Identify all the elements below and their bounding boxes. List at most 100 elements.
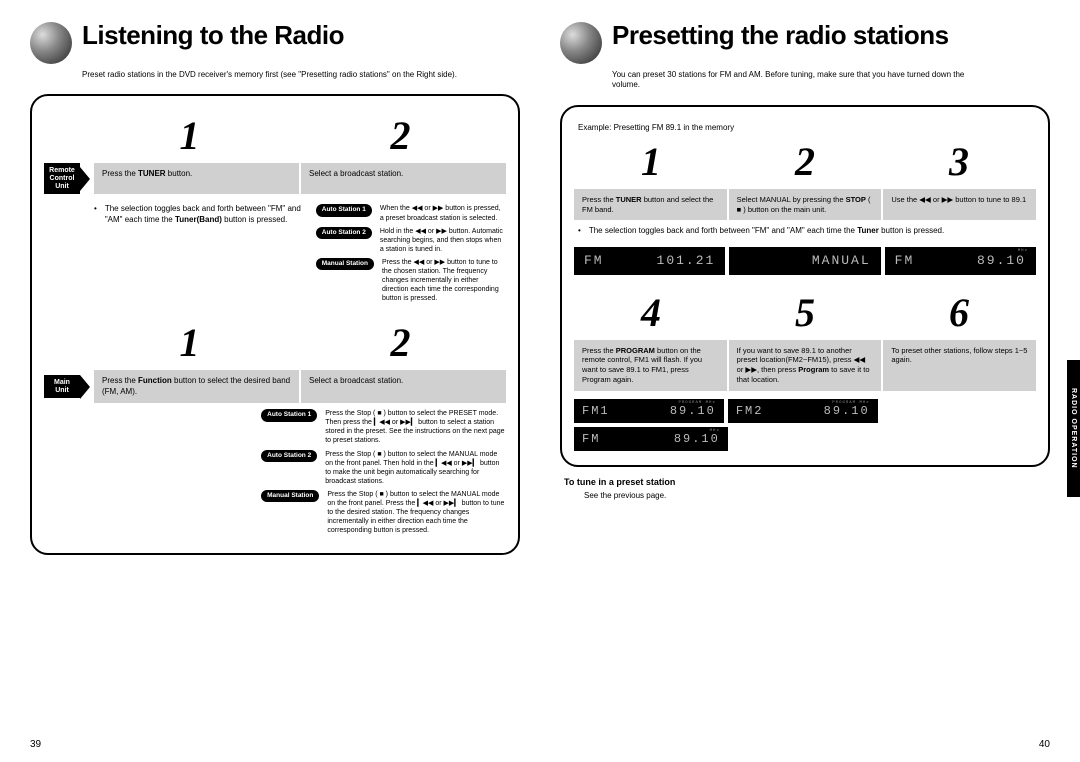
lcd-tag: MHz (710, 429, 720, 433)
auto-station-pill: Auto Station 1 (316, 204, 372, 216)
station-mode-row: Auto Station 2 Hold in the ◀◀ or ▶▶ butt… (316, 227, 506, 254)
step-number: 4 (574, 289, 728, 336)
instruction-cell: Select a broadcast station. (301, 163, 506, 194)
step-number: 1 (574, 138, 728, 185)
step-numbers-row1: 1 2 (44, 112, 506, 159)
example-text: Example: Presetting FM 89.1 in the memor… (578, 123, 1036, 132)
text: Press the (102, 376, 138, 385)
pill-desc: Press the Stop ( ■ ) button to select th… (325, 450, 506, 486)
text: Press the (102, 169, 138, 178)
step-number: 2 (728, 138, 882, 185)
pill-desc: When the ◀◀ or ▶▶ button is pressed, a p… (380, 204, 506, 222)
text-bold: STOP (846, 195, 866, 204)
lcd-left: FM1 (582, 404, 610, 418)
source-label-main: Main Unit (44, 370, 94, 403)
instruction-cell: Use the ◀◀ or ▶▶ button to tune to 89.1 (883, 189, 1036, 221)
text-bold: Tuner(Band) (175, 215, 222, 224)
lcd-right: 89.10 (670, 404, 716, 418)
manual-station-pill: Manual Station (316, 258, 374, 270)
manual-spread: Listening to the Radio Preset radio stat… (0, 0, 1080, 762)
instruction-row: Remote Control Unit Press the TUNER butt… (44, 163, 506, 194)
station-mode-row: Auto Station 1 When the ◀◀ or ▶▶ button … (316, 204, 506, 222)
text: Press the (582, 195, 616, 204)
lcd-right: 89.10 (977, 253, 1026, 268)
lcd-display: MHz FM 89.10 (574, 427, 728, 451)
note: • The selection toggles back and forth b… (94, 204, 316, 297)
instruction-row: Press the PROGRAM button on the remote c… (574, 340, 1036, 391)
lcd-display: MHz FM 89.10 (885, 247, 1036, 275)
page-left: Listening to the Radio Preset radio stat… (30, 20, 520, 752)
step-numbers-row-b: 4 5 6 (574, 289, 1036, 336)
page-title-right: Presetting the radio stations (612, 20, 949, 51)
auto-station-pill: Auto Station 2 (261, 450, 317, 462)
main-label-text: Main Unit (44, 375, 80, 398)
auto-station-pill: Auto Station 1 (261, 409, 317, 421)
pill-column: Auto Station 1 When the ◀◀ or ▶▶ button … (316, 200, 506, 307)
note-text: The selection toggles back and forth bet… (589, 226, 1036, 236)
step-numbers-row-a: 1 2 3 (574, 138, 1036, 185)
lcd-right: MANUAL (812, 253, 871, 268)
text-bold: TUNER (138, 169, 166, 178)
panel-right: Example: Presetting FM 89.1 in the memor… (560, 105, 1050, 467)
text: Press the (582, 346, 616, 355)
lcd-display: FM 101.21 (574, 247, 729, 275)
lcd-display: PROGRAM MHz FM2 89.10 (728, 399, 882, 423)
pill-desc: Press the Stop ( ■ ) button to select th… (325, 409, 506, 445)
section-tab: RADIO OPERATION (1067, 360, 1080, 497)
instruction-cell: Select a broadcast station. (301, 370, 506, 403)
text-bold: Program (798, 365, 829, 374)
sub-text: See the previous page. (584, 491, 1050, 500)
auto-station-pill: Auto Station 2 (316, 227, 372, 239)
sub-heading: To tune in a preset station (564, 477, 1050, 487)
text: The selection toggles back and forth bet… (589, 226, 857, 235)
lcd-right: 89.10 (674, 432, 720, 446)
instruction-cell: Press the Function button to select the … (94, 370, 301, 403)
text-bold: Tuner (857, 226, 879, 235)
step-number: 6 (882, 289, 1036, 336)
step-number: 1 (84, 112, 295, 159)
step-number: 3 (882, 138, 1036, 185)
lcd-left: FM (584, 253, 604, 268)
lcd-right: 89.10 (824, 404, 870, 418)
instruction-cell: Press the TUNER button. (94, 163, 301, 194)
lcd-left: FM (895, 253, 915, 268)
lcd-display: MANUAL (729, 247, 884, 275)
lcd-left: FM (582, 432, 600, 446)
text-bold: Function (138, 376, 172, 385)
step-number: 2 (295, 112, 506, 159)
pill-desc: Press the ◀◀ or ▶▶ button to tune to the… (382, 258, 506, 303)
instruction-cell: Press the PROGRAM button on the remote c… (574, 340, 729, 391)
lcd-tag: PROGRAM MHz (832, 401, 869, 405)
page-right: Presetting the radio stations You can pr… (560, 20, 1050, 752)
remote-label-text: Remote Control Unit (44, 163, 80, 194)
step-number: 2 (295, 319, 506, 366)
page-number-right: 40 (1039, 739, 1050, 750)
text-bold: TUNER (616, 195, 642, 204)
text-bold: PROGRAM (616, 346, 655, 355)
station-mode-row: Manual Station Press the Stop ( ■ ) butt… (261, 490, 506, 535)
manual-station-pill: Manual Station (261, 490, 319, 502)
pill-desc: Hold in the ◀◀ or ▶▶ button. Automatic s… (380, 227, 506, 254)
instruction-cell: If you want to save 89.1 to another pres… (729, 340, 884, 391)
pill-desc: Press the Stop ( ■ ) button to select th… (327, 490, 506, 535)
lcd-display: PROGRAM MHz FM1 89.10 (574, 399, 728, 423)
page-number-left: 39 (30, 739, 41, 750)
instruction-cell: To preset other stations, follow steps 1… (883, 340, 1036, 391)
page-header-left: Listening to the Radio (30, 20, 520, 64)
text: Select MANUAL by pressing the (737, 195, 846, 204)
sphere-icon (560, 22, 602, 64)
station-mode-row: Auto Station 1 Press the Stop ( ■ ) butt… (261, 409, 506, 445)
sphere-icon (30, 22, 72, 64)
text: button is pressed. (879, 226, 944, 235)
lcd-row: PROGRAM MHz FM1 89.10 PROGRAM MHz FM2 89… (574, 399, 1036, 423)
source-label-remote: Remote Control Unit (44, 163, 94, 194)
station-mode-row: Auto Station 2 Press the Stop ( ■ ) butt… (261, 450, 506, 486)
text: button. (166, 169, 193, 178)
station-mode-row: Manual Station Press the ◀◀ or ▶▶ button… (316, 258, 506, 303)
step-numbers-row2: 1 2 (44, 319, 506, 366)
bullet-icon: • (94, 204, 97, 214)
note-text: The selection toggles back and forth bet… (105, 204, 316, 225)
text: button is pressed. (222, 215, 287, 224)
step-number: 5 (728, 289, 882, 336)
step-number: 1 (84, 319, 295, 366)
